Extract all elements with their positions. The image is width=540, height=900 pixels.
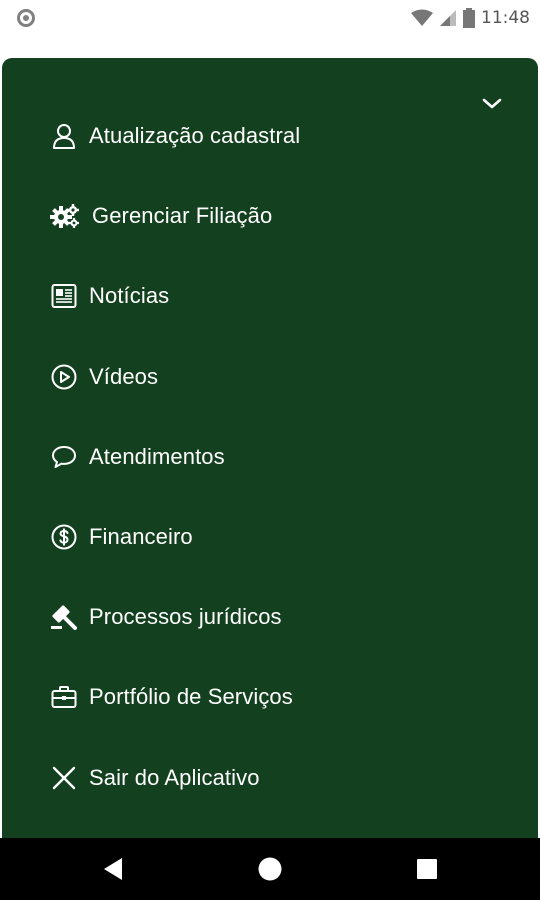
recents-icon[interactable] [410, 852, 444, 886]
wifi-icon [411, 9, 433, 26]
user-icon [50, 122, 78, 150]
menu-item-gerenciar-filiacao[interactable]: Gerenciar Filiação [2, 176, 538, 256]
menu-item-processos-juridicos[interactable]: Processos jurídicos [2, 577, 538, 657]
play-circle-icon [50, 363, 78, 391]
menu-item-sair-aplicativo[interactable]: Sair do Aplicativo [2, 738, 538, 818]
chat-bubble-icon [50, 443, 78, 471]
battery-icon [463, 8, 475, 28]
menu-item-label: Notícias [89, 283, 170, 309]
menu-item-atendimentos[interactable]: Atendimentos [2, 417, 538, 497]
menu-item-portfolio-servicos[interactable]: Portfólio de Serviços [2, 657, 538, 737]
dollar-circle-icon [50, 523, 78, 551]
briefcase-icon [50, 683, 78, 711]
close-icon [50, 764, 78, 792]
status-time: 11:48 [481, 8, 530, 28]
menu-item-noticias[interactable]: Notícias [2, 256, 538, 336]
menu-item-financeiro[interactable]: Financeiro [2, 497, 538, 577]
system-navigation-bar [0, 838, 540, 900]
menu-item-label: Gerenciar Filiação [92, 203, 273, 229]
newspaper-icon [50, 282, 78, 310]
menu-item-label: Financeiro [89, 524, 193, 550]
status-bar: 11:48 [0, 0, 540, 36]
navigation-drawer: Atualização cadastral Gerenciar Filiação… [2, 58, 538, 838]
back-icon[interactable] [96, 852, 130, 886]
menu-item-label: Processos jurídicos [89, 604, 282, 630]
menu-item-videos[interactable]: Vídeos [2, 337, 538, 417]
menu-item-label: Sair do Aplicativo [89, 764, 260, 790]
menu-item-label: Atualização cadastral [89, 123, 301, 149]
home-icon[interactable] [253, 852, 287, 886]
drawer-menu: Atualização cadastral Gerenciar Filiação… [2, 96, 538, 818]
notification-dot-icon [17, 9, 35, 27]
menu-item-label: Portfólio de Serviços [89, 684, 293, 710]
menu-item-label: Vídeos [89, 363, 159, 389]
cell-signal-icon [440, 10, 456, 26]
gears-icon [50, 202, 80, 230]
gavel-icon [50, 603, 78, 631]
status-icons: 11:48 [411, 6, 530, 30]
menu-item-atualizacao-cadastral[interactable]: Atualização cadastral [2, 96, 538, 176]
menu-item-label: Atendimentos [89, 443, 225, 469]
